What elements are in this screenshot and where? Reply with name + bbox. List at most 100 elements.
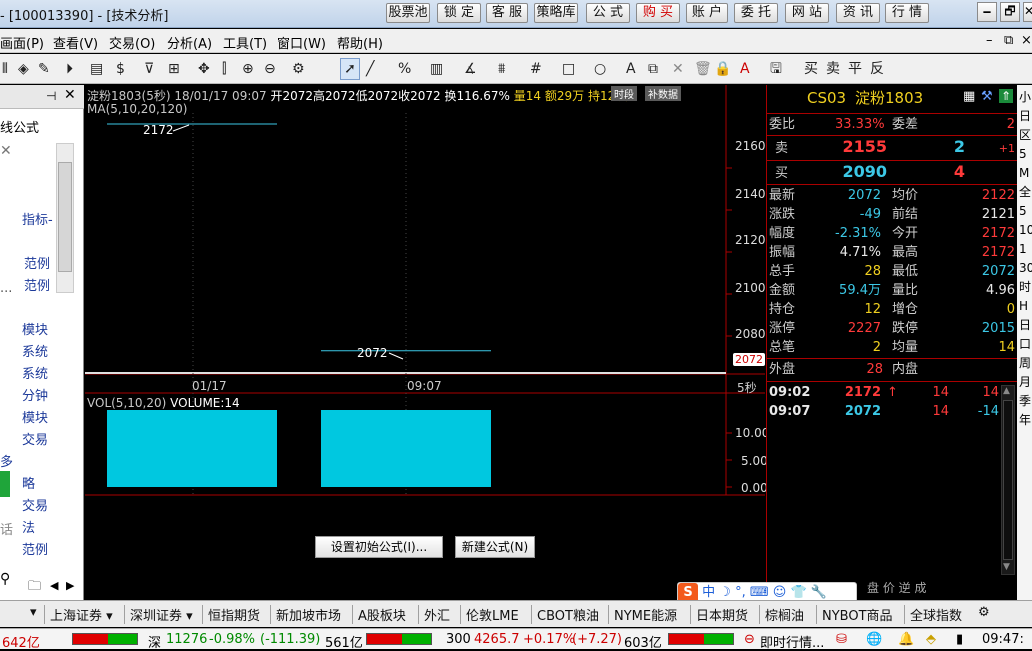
text-a-icon[interactable]: A (626, 61, 636, 77)
bars-icon[interactable]: ⫴ (2, 61, 8, 77)
buy-price[interactable]: 2090 (819, 163, 887, 180)
account-button[interactable]: 账 户 (686, 3, 728, 23)
fib-icon[interactable]: ⩩ (498, 61, 505, 77)
stock-pool-button[interactable]: 股票池 (386, 3, 430, 23)
formula-button[interactable]: 公 式 (586, 3, 630, 23)
website-button[interactable]: 网 站 (785, 3, 829, 23)
ime-punct-icon[interactable]: °, (735, 585, 746, 600)
tree-item[interactable]: 范例 (22, 539, 48, 558)
ime-skin-icon[interactable]: 👕 (790, 585, 806, 600)
market-tab[interactable]: 全球指数 (910, 605, 962, 624)
strategy-button[interactable]: 策略库 (534, 3, 578, 23)
flat-icon[interactable]: 平 (848, 61, 862, 77)
trash-icon[interactable]: 🗑 (694, 61, 712, 77)
period-shortcut[interactable]: 1 (1019, 241, 1027, 258)
market-tab[interactable]: CBOT粮油 (537, 605, 599, 624)
dollar-icon[interactable]: $ (116, 61, 125, 77)
edit-icon[interactable]: ✎ (38, 61, 50, 77)
pointer-icon[interactable]: ➚ (340, 58, 360, 80)
pin-icon[interactable]: ⊣ (46, 89, 56, 103)
period-shortcut[interactable]: 日 (1019, 108, 1031, 125)
menu-view-screen[interactable]: 画面(P) (0, 33, 44, 52)
tree-item[interactable]: 模块 (22, 407, 48, 426)
circle-icon[interactable]: ○ (594, 61, 606, 77)
period-shortcut[interactable]: 口 (1019, 336, 1031, 353)
hash-icon[interactable]: # (530, 61, 542, 77)
period-shortcut[interactable]: 10 (1019, 222, 1032, 239)
doc-status-icon[interactable]: ▮ (956, 632, 963, 647)
market-tab[interactable]: 深圳证券 ▾ (130, 605, 193, 624)
period-shortcut[interactable]: 全 (1019, 184, 1031, 201)
copy-icon[interactable]: ⧉ (648, 61, 658, 77)
minimize-button[interactable]: 🗕 (977, 2, 997, 22)
maximize-button[interactable]: 🗗 (1000, 2, 1020, 22)
tab-dropdown-icon[interactable]: ▾ (30, 605, 37, 620)
period-tag[interactable]: 时段 (611, 86, 637, 101)
expand-icon[interactable]: ⇑ (999, 89, 1013, 103)
folder-icon[interactable]: 🗀 (28, 577, 41, 599)
lock-button[interactable]: 锁 定 (437, 3, 481, 23)
globe-icon[interactable]: 🌐 (866, 632, 882, 647)
sell-icon[interactable]: 卖 (826, 61, 840, 77)
order-button[interactable]: 委 托 (734, 3, 778, 23)
delete-icon[interactable]: ✕ (672, 61, 684, 77)
more-text[interactable]: 多 (0, 451, 13, 470)
line-icon[interactable]: ╱ (366, 61, 374, 77)
tree-item[interactable]: 分钟 (22, 385, 48, 404)
market-tab[interactable]: 日本期货 (696, 605, 748, 624)
bell-icon[interactable]: 🔔 (898, 632, 914, 647)
filter-icon[interactable]: ⊽ (144, 61, 154, 77)
menu-view[interactable]: 查看(V) (53, 33, 98, 52)
menu-analysis[interactable]: 分析(A) (167, 33, 212, 52)
market-tab[interactable]: 棕榈油 (765, 605, 804, 624)
tree-item[interactable]: 模块 (22, 319, 48, 338)
news-button[interactable]: 资 讯 (836, 3, 880, 23)
period-shortcut[interactable]: 周 (1019, 355, 1031, 372)
tree-item[interactable]: 法 (22, 517, 35, 536)
chart-canvas[interactable] (85, 85, 765, 600)
period-shortcut[interactable]: 时 (1019, 279, 1031, 296)
tree-item[interactable]: 略 (22, 473, 35, 492)
period-shortcut[interactable]: 日 (1019, 317, 1031, 334)
key-icon[interactable]: ⬘ (926, 632, 936, 647)
grid-view-icon[interactable]: ▦ (963, 89, 975, 104)
tree-item[interactable]: 交易 (22, 495, 48, 514)
tree-item[interactable]: 交易 (22, 429, 48, 448)
ime-moon-icon[interactable]: ☽ (719, 585, 731, 600)
market-tab[interactable]: 伦敦LME (466, 605, 519, 624)
search-icon[interactable]: ⚲ (0, 571, 10, 587)
angle-icon[interactable]: ∡ (464, 61, 477, 77)
live-quote-link[interactable]: 即时行情... (760, 632, 824, 651)
quotes-button[interactable]: 行 情 (885, 3, 929, 23)
menu-close-icon[interactable]: × (1021, 33, 1032, 48)
tab-settings-icon[interactable]: ⚙ (978, 605, 990, 620)
lock-icon[interactable]: 🔒 (714, 61, 731, 77)
indicator-icon[interactable]: ⊞ (168, 61, 180, 77)
ime-keyboard-icon[interactable]: ⌨ (750, 585, 769, 600)
purchase-button[interactable]: 购 买 (636, 3, 680, 23)
buy-icon[interactable]: 买 (804, 61, 818, 77)
market-tab[interactable]: NYME能源 (614, 605, 677, 624)
tick-scrollbar[interactable]: ▲ ▼ (1001, 385, 1015, 575)
market-tab[interactable]: 外汇 (424, 605, 450, 624)
collapse-icon[interactable]: ✕ (0, 143, 12, 159)
panel-close-icon[interactable]: ✕ (64, 87, 76, 103)
tree-item[interactable]: 指标- (22, 209, 53, 228)
grid-icon[interactable]: ▥ (430, 61, 443, 77)
ime-tool-icon[interactable]: 🔧 (811, 585, 827, 600)
market-tab[interactable]: 恒指期货 (208, 605, 260, 624)
tree-item[interactable]: 范例 (24, 275, 50, 294)
period-shortcut[interactable]: 5 (1019, 146, 1027, 163)
menu-minimize-icon[interactable]: – (986, 33, 993, 48)
chart-area[interactable]: 淀粉1803(5秒) 18/01/17 09:07 开2072高2072低207… (85, 85, 769, 600)
market-tab[interactable]: 上海证券 ▾ (50, 605, 113, 624)
ime-chinese-icon[interactable]: 中 (702, 585, 715, 600)
scrollbar[interactable] (56, 143, 74, 293)
period-shortcut[interactable]: M (1019, 165, 1029, 182)
cylinder-icon[interactable]: ⛁ (836, 632, 847, 647)
close-button[interactable]: ✕ (1023, 2, 1032, 22)
sell-price[interactable]: 2155 (819, 138, 887, 155)
menu-window[interactable]: 窗口(W) (277, 33, 326, 52)
period-shortcut[interactable]: 30 (1019, 260, 1032, 277)
reverse-icon[interactable]: 反 (870, 61, 884, 77)
